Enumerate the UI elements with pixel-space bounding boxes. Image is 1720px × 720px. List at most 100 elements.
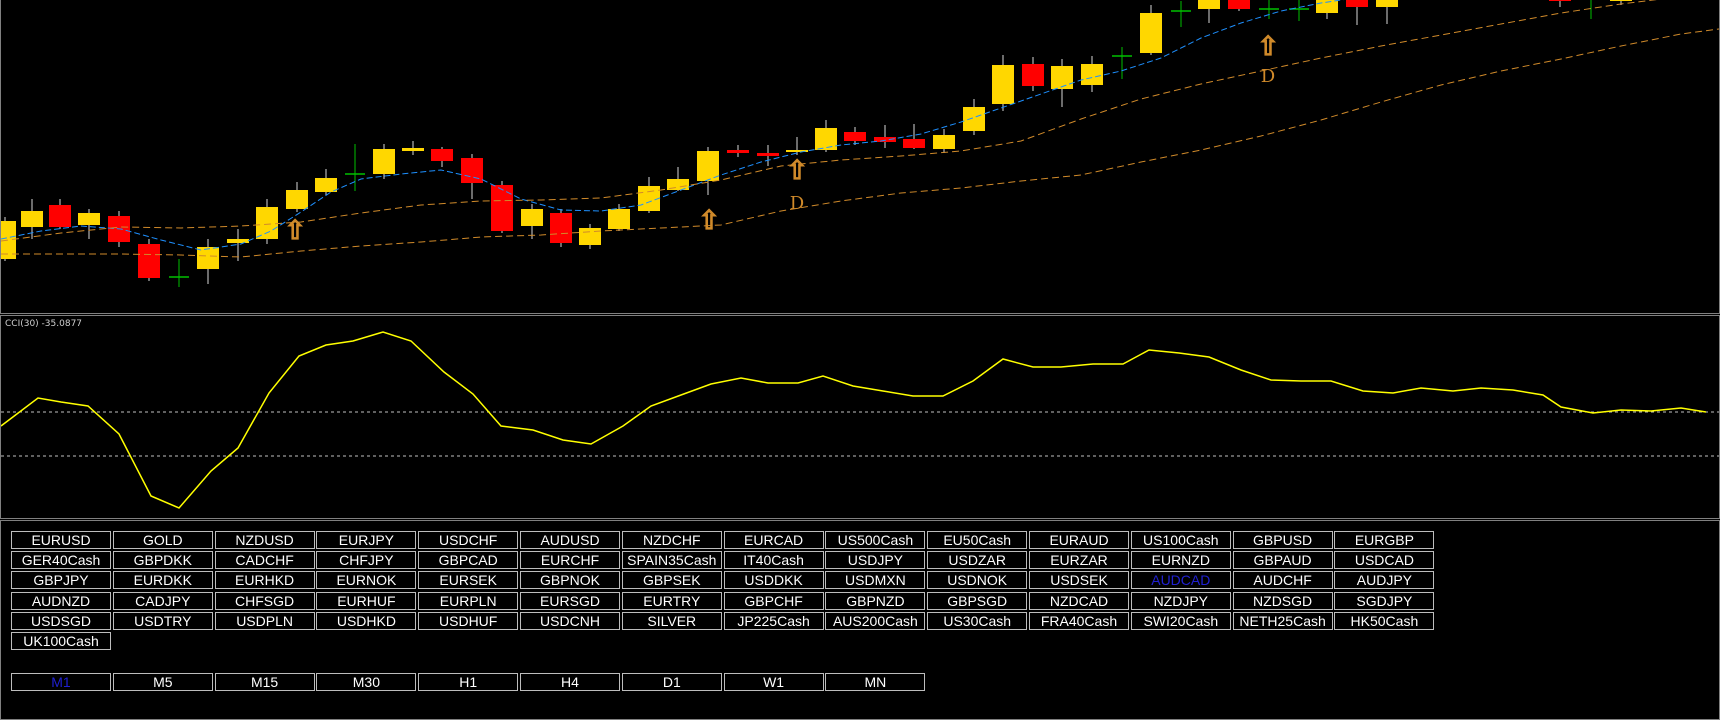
candle-body	[903, 139, 925, 148]
symbol-button-usdnok[interactable]: USDNOK	[927, 571, 1028, 590]
symbol-button-swi20cash[interactable]: SWI20Cash	[1130, 611, 1231, 630]
symbol-button-cadchf[interactable]: CADCHF	[214, 551, 315, 570]
candle-body	[1346, 0, 1368, 7]
symbol-button-usdsek[interactable]: USDSEK	[1029, 571, 1129, 590]
symbol-button-nzdjpy[interactable]: NZDJPY	[1130, 591, 1231, 610]
symbol-button-usdjpy[interactable]: USDJPY	[825, 551, 926, 570]
symbol-button-eurhuf[interactable]: EURHUF	[316, 591, 417, 610]
buy-arrow-icon: ⇧	[1257, 32, 1279, 62]
symbol-button-aus200cash[interactable]: AUS200Cash	[825, 611, 926, 630]
symbol-button-eurchf[interactable]: EURCHF	[520, 551, 620, 570]
candle-body	[431, 149, 453, 161]
symbol-button-us100cash[interactable]: US100Cash	[1130, 531, 1231, 549]
timeframe-button-h1[interactable]: H1	[418, 673, 519, 691]
symbol-button-eurusd[interactable]: EURUSD	[11, 531, 111, 549]
candle-body	[1, 221, 16, 259]
symbol-switcher-panel: EURUSD GOLD NZDUSD EURJPY USDCHF AUDUSD NZDCHF…	[0, 520, 1720, 720]
symbol-button-us500cash[interactable]: US500Cash	[825, 531, 926, 549]
candle-body	[963, 107, 985, 131]
symbol-button-eu50cash[interactable]: EU50Cash	[927, 531, 1028, 549]
symbol-button-usdtry[interactable]: USDTRY	[112, 611, 213, 630]
timeframe-button-m1[interactable]: M1	[11, 673, 111, 691]
symbol-button-gbpaud[interactable]: GBPAUD	[1232, 551, 1333, 570]
symbol-button-jp225cash[interactable]: JP225Cash	[723, 611, 824, 630]
candle-body	[286, 190, 308, 209]
timeframe-button-d1[interactable]: D1	[621, 673, 722, 691]
symbol-button-eurnzd[interactable]: EURNZD	[1130, 551, 1231, 570]
symbol-button-audjpy[interactable]: AUDJPY	[1334, 571, 1435, 590]
symbol-button-eurcad[interactable]: EURCAD	[723, 531, 824, 549]
timeframe-button-m30[interactable]: M30	[316, 673, 417, 691]
symbol-button-gbpnok[interactable]: GBPNOK	[520, 571, 620, 590]
symbol-button-neth25cash[interactable]: NETH25Cash	[1232, 611, 1333, 630]
symbol-button-usdcnh[interactable]: USDCNH	[520, 611, 620, 630]
symbol-button-uk100cash[interactable]: UK100Cash	[11, 632, 111, 650]
symbol-button-gbpchf[interactable]: GBPCHF	[723, 591, 824, 610]
timeframe-button-m5[interactable]: M5	[112, 673, 213, 691]
symbol-button-audnzd[interactable]: AUDNZD	[11, 591, 111, 610]
candle-body	[521, 209, 543, 226]
symbol-button-eurpln[interactable]: EURPLN	[418, 591, 519, 610]
cci-indicator-panel[interactable]: CCI(30) -35.0877	[0, 315, 1720, 519]
price-chart[interactable]: ⇧ ⇧ ⇧ ⇧ D D	[0, 0, 1720, 314]
symbol-button-usdhuf[interactable]: USDHUF	[418, 611, 519, 630]
symbol-button-nzdusd[interactable]: NZDUSD	[214, 531, 315, 549]
candle-body	[992, 65, 1014, 104]
symbol-button-eurnok[interactable]: EURNOK	[316, 571, 417, 590]
symbol-button-usdzar[interactable]: USDZAR	[927, 551, 1028, 570]
symbol-button-eurdkk[interactable]: EURDKK	[112, 571, 213, 590]
cci-line	[1, 331, 1707, 509]
symbol-button-usdpln[interactable]: USDPLN	[214, 611, 315, 630]
candle-body	[579, 228, 601, 245]
symbol-button-usdsgd[interactable]: USDSGD	[11, 611, 111, 630]
symbol-button-silver[interactable]: SILVER	[621, 611, 722, 630]
symbol-button-eurtry[interactable]: EURTRY	[621, 591, 722, 610]
candle-body	[1610, 0, 1632, 1]
symbol-button-it40cash[interactable]: IT40Cash	[723, 551, 824, 570]
symbol-button-euraud[interactable]: EURAUD	[1029, 531, 1129, 549]
symbol-button-gold[interactable]: GOLD	[112, 531, 213, 549]
symbol-button-nzdchf[interactable]: NZDCHF	[621, 531, 722, 549]
symbol-button-eurgbp[interactable]: EURGBP	[1334, 531, 1435, 549]
symbol-button-gbpsgd[interactable]: GBPSGD	[927, 591, 1028, 610]
symbol-button-audusd[interactable]: AUDUSD	[520, 531, 620, 549]
symbol-button-audcad[interactable]: AUDCAD	[1130, 571, 1231, 590]
symbol-button-usdcad[interactable]: USDCAD	[1334, 551, 1435, 570]
symbol-button-gbpdkk[interactable]: GBPDKK	[112, 551, 213, 570]
symbol-button-chfjpy[interactable]: CHFJPY	[316, 551, 417, 570]
symbol-button-eursgd[interactable]: EURSGD	[520, 591, 620, 610]
symbol-button-usdhkd[interactable]: USDHKD	[316, 611, 417, 630]
symbol-button-usdchf[interactable]: USDCHF	[418, 531, 519, 549]
timeframe-button-w1[interactable]: W1	[723, 673, 824, 691]
symbol-button-cadjpy[interactable]: CADJPY	[112, 591, 213, 610]
symbol-button-gbpsek[interactable]: GBPSEK	[621, 571, 722, 590]
candle-body	[638, 186, 660, 211]
symbol-button-us30cash[interactable]: US30Cash	[927, 611, 1028, 630]
symbol-button-hk50cash[interactable]: HK50Cash	[1334, 611, 1435, 630]
symbol-button-nzdsgd[interactable]: NZDSGD	[1232, 591, 1333, 610]
timeframe-button-m15[interactable]: M15	[214, 673, 315, 691]
symbol-button-ger40cash[interactable]: GER40Cash	[11, 551, 111, 570]
symbol-button-usddkk[interactable]: USDDKK	[723, 571, 824, 590]
candle-body	[1022, 64, 1044, 86]
symbol-button-gbpnzd[interactable]: GBPNZD	[825, 591, 926, 610]
symbol-button-gbpusd[interactable]: GBPUSD	[1232, 531, 1333, 549]
candle-body	[1376, 0, 1398, 7]
symbol-button-sgdjpy[interactable]: SGDJPY	[1334, 591, 1435, 610]
symbol-button-chfsgd[interactable]: CHFSGD	[214, 591, 315, 610]
symbol-button-fra40cash[interactable]: FRA40Cash	[1029, 611, 1129, 630]
price-chart-canvas: ⇧ ⇧ ⇧ ⇧ D D	[1, 0, 1719, 287]
symbol-button-eurzar[interactable]: EURZAR	[1029, 551, 1129, 570]
symbol-button-audchf[interactable]: AUDCHF	[1232, 571, 1333, 590]
symbol-button-nzdcad[interactable]: NZDCAD	[1029, 591, 1129, 610]
timeframe-button-h4[interactable]: H4	[520, 673, 620, 691]
symbol-button-usdmxn[interactable]: USDMXN	[825, 571, 926, 590]
d-signal-marker: D	[1261, 66, 1275, 87]
symbol-button-eurjpy[interactable]: EURJPY	[316, 531, 417, 549]
symbol-button-eursek[interactable]: EURSEK	[418, 571, 519, 590]
timeframe-button-mn[interactable]: MN	[825, 673, 926, 691]
symbol-button-gbpjpy[interactable]: GBPJPY	[11, 571, 111, 590]
symbol-button-eurhkd[interactable]: EURHKD	[214, 571, 315, 590]
symbol-button-gbpcad[interactable]: GBPCAD	[418, 551, 519, 570]
symbol-button-spain35cash[interactable]: SPAIN35Cash	[621, 551, 722, 570]
